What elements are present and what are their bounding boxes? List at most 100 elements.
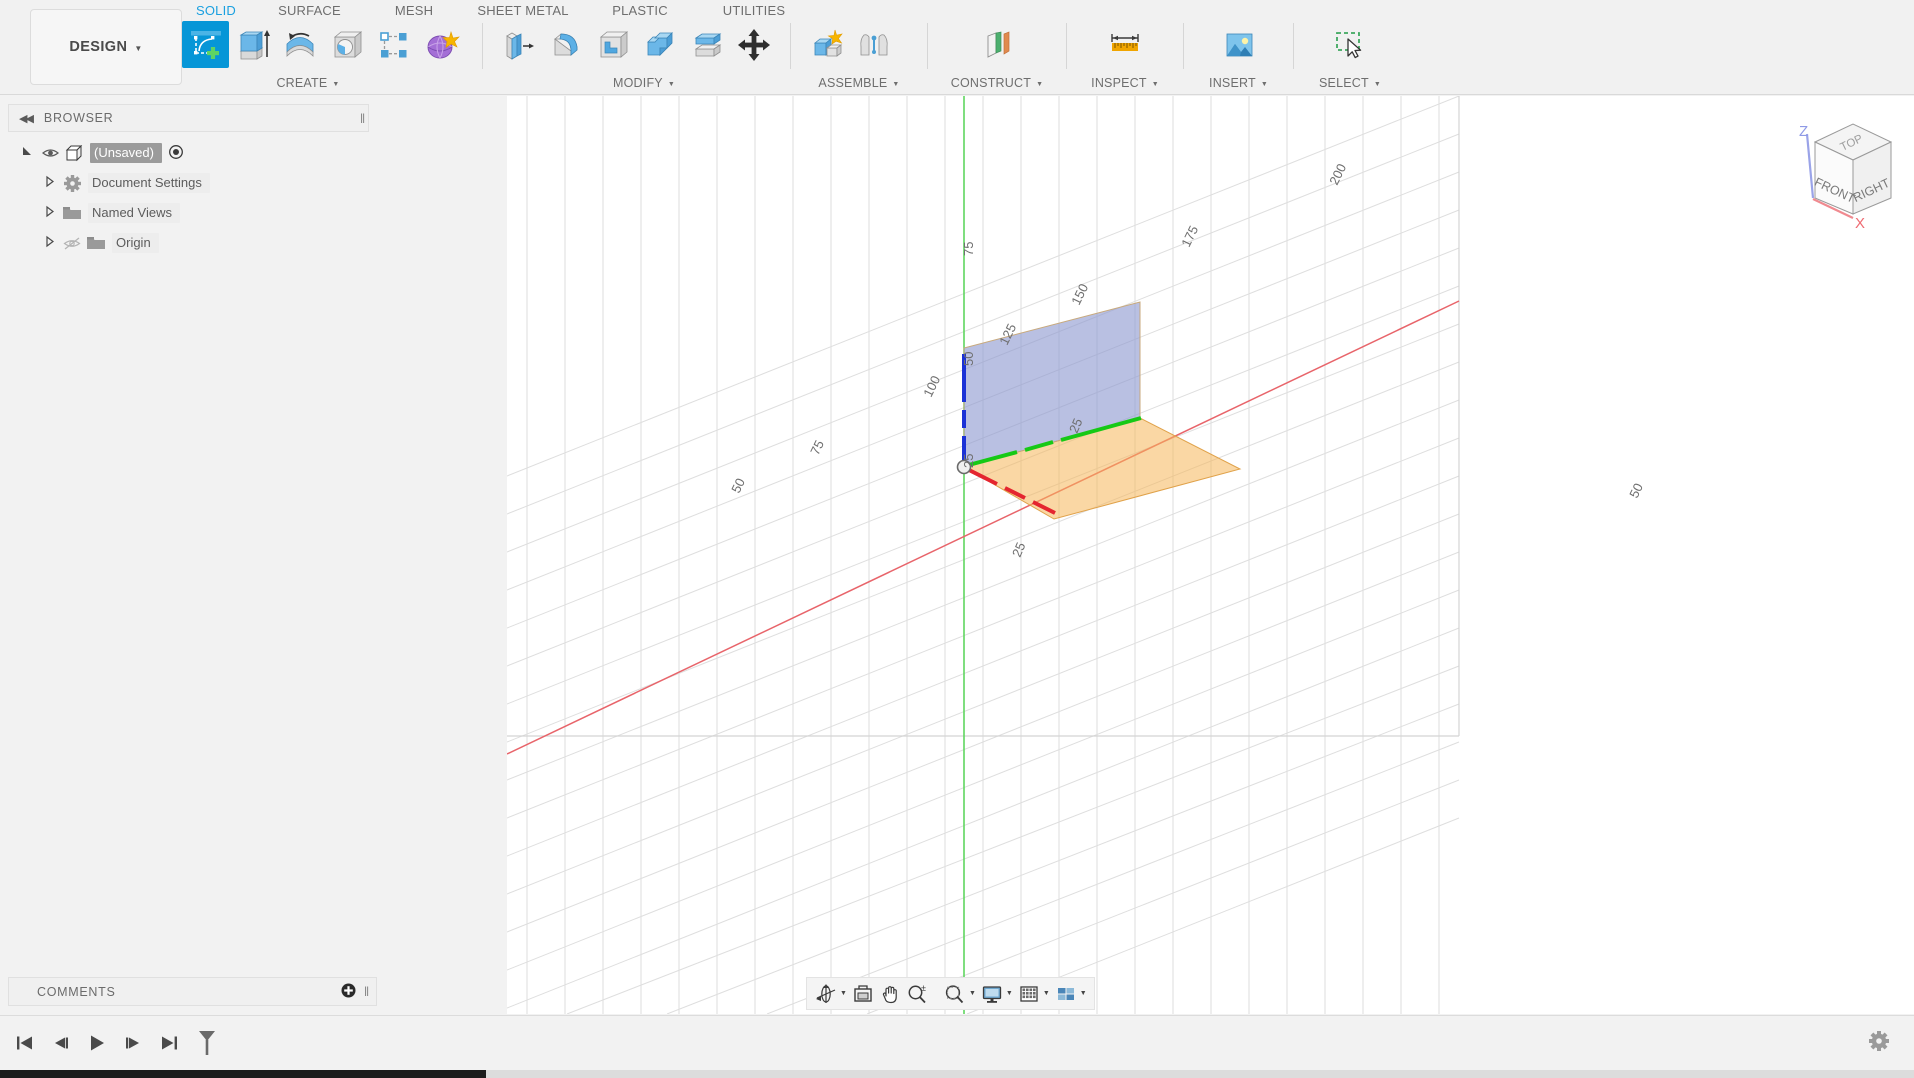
tree-node-named-views[interactable]: Named Views [38,201,377,225]
folder-icon [60,205,84,221]
panel-assemble: ASSEMBLE ▼ [797,17,921,95]
collapsed-arrow-icon[interactable] [38,175,60,191]
create-sketch-button[interactable] [182,21,229,68]
fillet-button[interactable] [542,21,589,68]
look-at-button[interactable] [850,980,876,1007]
workspace-selector[interactable]: DESIGN ▼ [30,9,182,85]
tab-plastic[interactable]: PLASTIC [581,3,699,18]
svg-text:±: ± [921,983,926,993]
tab-sheet-metal[interactable]: SHEET METAL [465,3,581,18]
hole-button[interactable] [323,21,370,68]
panel-construct-label[interactable]: CONSTRUCT ▼ [934,72,1060,94]
tab-mesh-label: MESH [394,2,434,18]
select-window-button[interactable] [1327,21,1374,68]
tab-solid-label: SOLID [195,2,236,18]
tree-node-origin[interactable]: Origin [38,231,377,255]
tree-node-label: (Unsaved) [90,143,162,163]
active-component-radio[interactable] [168,144,184,163]
visibility-eye-icon[interactable] [38,147,62,159]
panel-resize-grip[interactable]: ‖ [364,984,370,999]
timeline-filter-button[interactable] [194,1030,220,1056]
chevron-down-icon: ▼ [1079,990,1087,997]
chevron-down-icon: ▼ [1005,990,1013,997]
panel-create: CREATE ▼ [176,17,476,95]
settings-gear-icon[interactable] [1868,1030,1890,1057]
go-to-beginning-button[interactable] [14,1030,36,1056]
tree-node-label: Origin [112,233,159,253]
press-pull-button[interactable] [495,21,542,68]
toolbar-divider [927,23,928,69]
viewport-layout-button[interactable]: ▼ [1053,980,1089,1007]
tree-node-unsaved[interactable]: (Unsaved) [16,141,377,165]
display-settings-button[interactable]: ▼ [979,980,1015,1007]
collapsed-arrow-icon[interactable] [38,205,60,221]
step-back-button[interactable] [50,1030,72,1056]
tab-sheet-metal-label: SHEET METAL [477,2,569,18]
browser-title: BROWSER [43,111,114,125]
visibility-eye-off-icon[interactable] [60,236,84,250]
tree-node-label: Named Views [88,203,180,223]
chevron-down-icon: ▼ [892,80,900,88]
panel-resize-grip[interactable]: ‖ [360,111,366,126]
panel-insert: INSERT ▼ [1190,17,1287,95]
combine-button[interactable] [636,21,683,68]
joint-button[interactable] [850,21,897,68]
chevron-down-icon: ▼ [1260,80,1268,88]
panel-modify: MODIFY ▼ [489,17,784,95]
toolbar-divider [1293,23,1294,69]
measure-button[interactable] [1102,21,1149,68]
chevron-down-icon: ▼ [1042,990,1050,997]
axis-tick-y-50: 50 [961,352,976,366]
shell-button[interactable] [589,21,636,68]
revolve-button[interactable] [276,21,323,68]
panel-create-label[interactable]: CREATE ▼ [228,72,388,94]
status-bar-light-segment [486,1070,1914,1078]
offset-plane-button[interactable] [974,21,1021,68]
toolbar-divider [1183,23,1184,69]
new-component-button[interactable] [803,21,850,68]
expand-arrow-icon[interactable] [16,145,38,161]
axis-tick-y-75: 75 [961,242,976,256]
tab-surface[interactable]: SURFACE [256,3,363,18]
gear-icon [60,174,84,193]
grid-snaps-button[interactable]: ▼ [1016,980,1052,1007]
panel-insert-label[interactable]: INSERT ▼ [1190,72,1287,94]
play-back-button[interactable] [86,1030,108,1056]
collapsed-arrow-icon[interactable] [38,235,60,251]
extrude-button[interactable] [229,21,276,68]
go-to-end-button[interactable] [158,1030,180,1056]
panel-inspect: INSPECT ▼ [1073,17,1177,95]
zoom-window-button[interactable]: ▼ [941,980,978,1007]
panel-assemble-label[interactable]: ASSEMBLE ▼ [797,72,921,94]
collapse-panel-icon[interactable]: ◀◀ [19,112,34,125]
tab-mesh[interactable]: MESH [363,3,465,18]
viewport-3d[interactable]: 75 50 25 25 25 50 50 75 100 125 150 175 … [507,96,1914,1014]
offset-face-button[interactable] [683,21,730,68]
rectangular-pattern-button[interactable] [370,21,417,68]
toolbar-divider [482,23,483,69]
axis-tick-y-25: 25 [961,454,976,468]
move-copy-button[interactable] [730,21,777,68]
pan-button[interactable] [877,980,903,1007]
zoom-button[interactable]: ± [904,980,931,1007]
toolbar-panels: CREATE ▼ MODIFY ▼ ASSEMBLE ▼ CONSTRUCT ▼… [176,17,1400,95]
panel-construct: CONSTRUCT ▼ [934,17,1060,95]
tab-surface-label: SURFACE [278,2,341,18]
chevron-down-icon: ▼ [1151,80,1159,88]
create-form-button[interactable] [417,21,464,68]
orbit-button[interactable]: ▼ [813,980,849,1007]
timeline-playback-controls [0,1030,220,1056]
add-comment-icon[interactable] [341,983,356,1001]
browser-header: ◀◀ BROWSER ‖ [8,104,369,132]
step-forward-button[interactable] [122,1030,144,1056]
tab-utilities[interactable]: UTILITIES [699,3,809,18]
panel-inspect-label[interactable]: INSPECT ▼ [1073,72,1177,94]
tree-node-document-settings[interactable]: Document Settings [38,171,377,195]
tab-solid[interactable]: SOLID [176,3,256,18]
panel-select-label[interactable]: SELECT ▼ [1300,72,1400,94]
insert-image-button[interactable] [1215,21,1262,68]
panel-modify-label[interactable]: MODIFY ▼ [564,72,724,94]
chevron-down-icon: ▼ [1036,80,1044,88]
fusion360-window: DESIGN ▼ SOLID SURFACE MESH SHEET METAL … [0,0,1914,1078]
browser-panel: ◀◀ BROWSER ‖ (Unsaved) Document Settings… [0,96,377,261]
